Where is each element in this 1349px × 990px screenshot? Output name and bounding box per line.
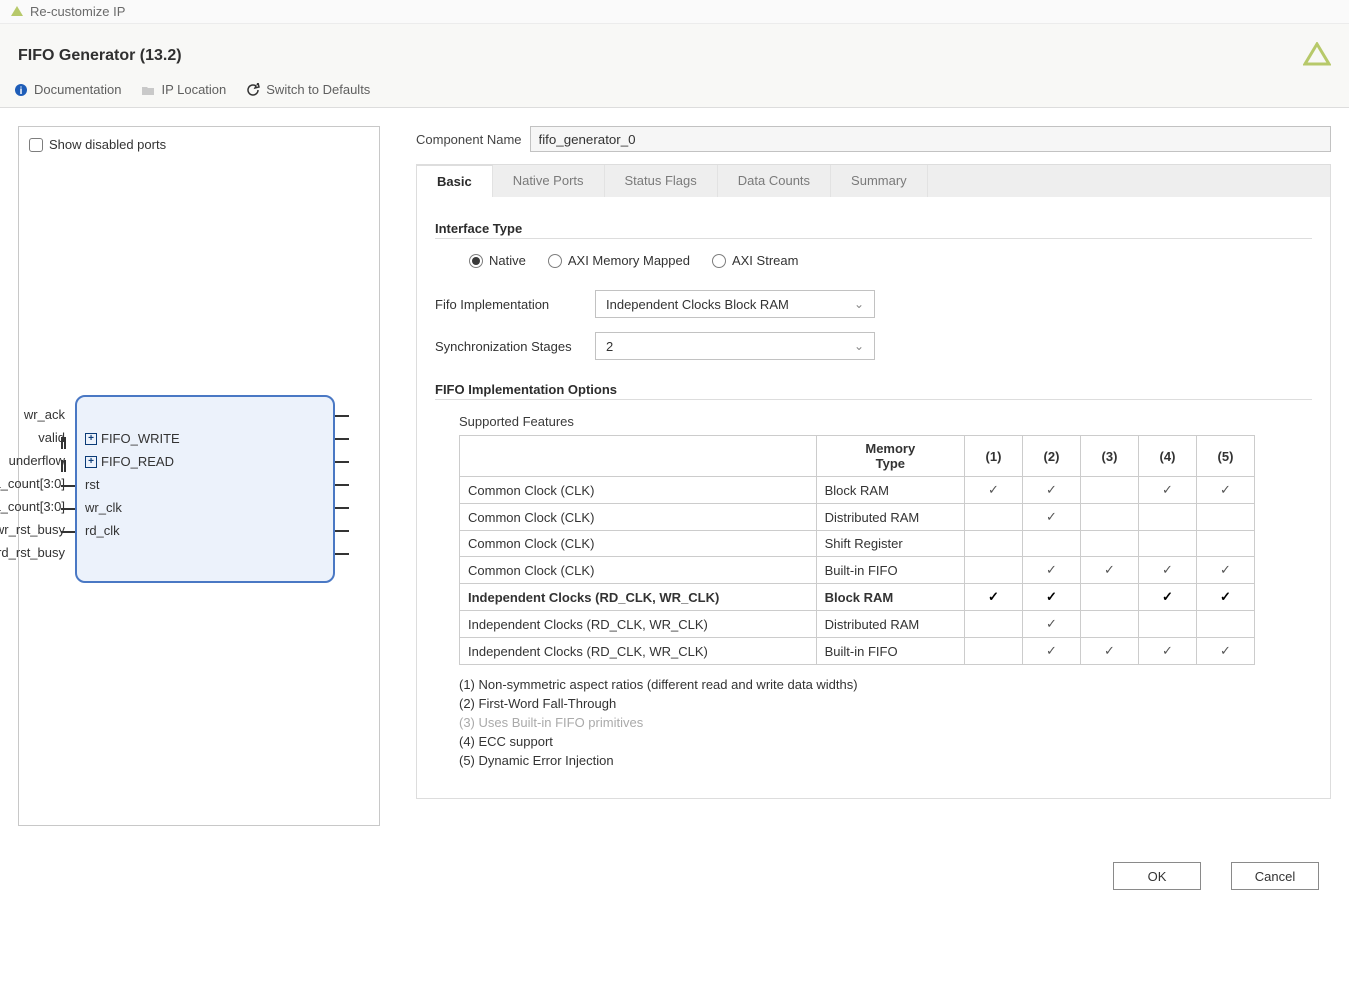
ip-location-link[interactable]: IP Location: [141, 82, 226, 97]
page-title: FIFO Generator (13.2): [18, 47, 182, 65]
legend: (1) Non-symmetric aspect ratios (differe…: [459, 677, 1312, 768]
fifo-options-table: MemoryType (1) (2) (3) (4) (5) Common Cl…: [459, 435, 1255, 665]
col-3: (3): [1081, 436, 1139, 477]
expand-icon[interactable]: +: [85, 433, 97, 445]
port-valid: valid: [38, 430, 65, 445]
tab-basic[interactable]: Basic: [417, 165, 493, 197]
fifo-impl-label: Fifo Implementation: [435, 297, 585, 312]
vendor-logo-icon: [1303, 42, 1331, 70]
checkbox-icon: [29, 138, 43, 152]
content: Show disabled ports +FIFO_WRITE +FIFO_RE…: [0, 108, 1349, 844]
table-row[interactable]: Common Clock (CLK)Distributed RAM✓: [460, 504, 1255, 531]
interface-type-title: Interface Type: [435, 221, 1312, 236]
port-wr-clk: wr_clk: [85, 500, 122, 515]
port-wr-rst-busy: wr_rst_busy: [0, 522, 65, 537]
port-wr-data-count: wr_data_count[3:0]: [0, 499, 65, 514]
show-disabled-ports-checkbox[interactable]: Show disabled ports: [29, 137, 369, 152]
tab-native-ports[interactable]: Native Ports: [493, 165, 605, 197]
tab-body-basic: Interface Type Native AXI Memory Mapped …: [416, 197, 1331, 799]
tab-bar: Basic Native Ports Status Flags Data Cou…: [416, 164, 1331, 197]
radio-axi-stream[interactable]: AXI Stream: [712, 253, 798, 268]
table-row[interactable]: Common Clock (CLK)Shift Register: [460, 531, 1255, 557]
sync-stages-label: Synchronization Stages: [435, 339, 585, 354]
port-wr-ack: wr_ack: [24, 407, 65, 422]
cancel-button[interactable]: Cancel: [1231, 862, 1319, 890]
table-row[interactable]: Independent Clocks (RD_CLK, WR_CLK)Distr…: [460, 611, 1255, 638]
expand-icon[interactable]: +: [85, 456, 97, 468]
legend-5: (5) Dynamic Error Injection: [459, 753, 1312, 768]
fifo-options-title: FIFO Implementation Options: [435, 382, 1312, 397]
legend-3: (3) Uses Built-in FIFO primitives: [459, 715, 1312, 730]
table-row[interactable]: Common Clock (CLK)Block RAM✓✓✓✓: [460, 477, 1255, 504]
switch-defaults-link[interactable]: Switch to Defaults: [246, 82, 370, 97]
radio-icon: [712, 254, 726, 268]
dialog-footer: OK Cancel: [0, 844, 1349, 908]
documentation-link[interactable]: i Documentation: [14, 82, 121, 97]
table-row[interactable]: Independent Clocks (RD_CLK, WR_CLK)Block…: [460, 584, 1255, 611]
col-5: (5): [1197, 436, 1255, 477]
switch-defaults-label: Switch to Defaults: [266, 82, 370, 97]
port-rd-clk: rd_clk: [85, 523, 120, 538]
component-name-input[interactable]: [530, 126, 1332, 152]
port-underflow: underflow: [9, 453, 65, 468]
col-2: (2): [1023, 436, 1081, 477]
tab-data-counts[interactable]: Data Counts: [718, 165, 831, 197]
radio-icon: [548, 254, 562, 268]
col-4: (4): [1139, 436, 1197, 477]
chevron-down-icon: ⌄: [854, 339, 864, 353]
radio-native[interactable]: Native: [469, 253, 526, 268]
port-fifo-write: +FIFO_WRITE: [85, 431, 180, 446]
window-title: Re-customize IP: [30, 4, 125, 19]
fifo-impl-select[interactable]: Independent Clocks Block RAM ⌄: [595, 290, 875, 318]
fifo-impl-value: Independent Clocks Block RAM: [606, 297, 789, 312]
component-name-label: Component Name: [416, 132, 522, 147]
info-icon: i: [14, 83, 28, 97]
symbol-panel: Show disabled ports +FIFO_WRITE +FIFO_RE…: [18, 126, 380, 826]
ip-location-label: IP Location: [161, 82, 226, 97]
svg-text:i: i: [20, 86, 23, 97]
documentation-label: Documentation: [34, 82, 121, 97]
radio-axi-mm[interactable]: AXI Memory Mapped: [548, 253, 690, 268]
show-disabled-ports-label: Show disabled ports: [49, 137, 166, 152]
logo-icon: [10, 5, 24, 19]
config-panel: Component Name Basic Native Ports Status…: [416, 126, 1331, 826]
interface-type-radio-group: Native AXI Memory Mapped AXI Stream: [469, 253, 1312, 268]
sync-stages-select[interactable]: 2 ⌄: [595, 332, 875, 360]
port-fifo-read: +FIFO_READ: [85, 454, 174, 469]
port-rd-data-count: rd_data_count[3:0]: [0, 476, 65, 491]
radio-icon: [469, 254, 483, 268]
table-row[interactable]: Common Clock (CLK)Built-in FIFO✓✓✓✓: [460, 557, 1255, 584]
ok-button[interactable]: OK: [1113, 862, 1201, 890]
chevron-down-icon: ⌄: [854, 297, 864, 311]
table-row[interactable]: Independent Clocks (RD_CLK, WR_CLK)Built…: [460, 638, 1255, 665]
refresh-icon: [246, 83, 260, 97]
sync-stages-value: 2: [606, 339, 613, 354]
folder-icon: [141, 83, 155, 97]
legend-1: (1) Non-symmetric aspect ratios (differe…: [459, 677, 1312, 692]
legend-4: (4) ECC support: [459, 734, 1312, 749]
header: FIFO Generator (13.2) i Documentation IP…: [0, 24, 1349, 108]
col-memory-type: MemoryType: [816, 436, 964, 477]
tab-summary[interactable]: Summary: [831, 165, 928, 197]
port-rd-rst-busy: rd_rst_busy: [0, 545, 65, 560]
supported-features-label: Supported Features: [459, 414, 1312, 429]
titlebar: Re-customize IP: [0, 0, 1349, 24]
legend-2: (2) First-Word Fall-Through: [459, 696, 1312, 711]
port-rst: rst: [85, 477, 99, 492]
tab-status-flags[interactable]: Status Flags: [605, 165, 718, 197]
col-1: (1): [965, 436, 1023, 477]
